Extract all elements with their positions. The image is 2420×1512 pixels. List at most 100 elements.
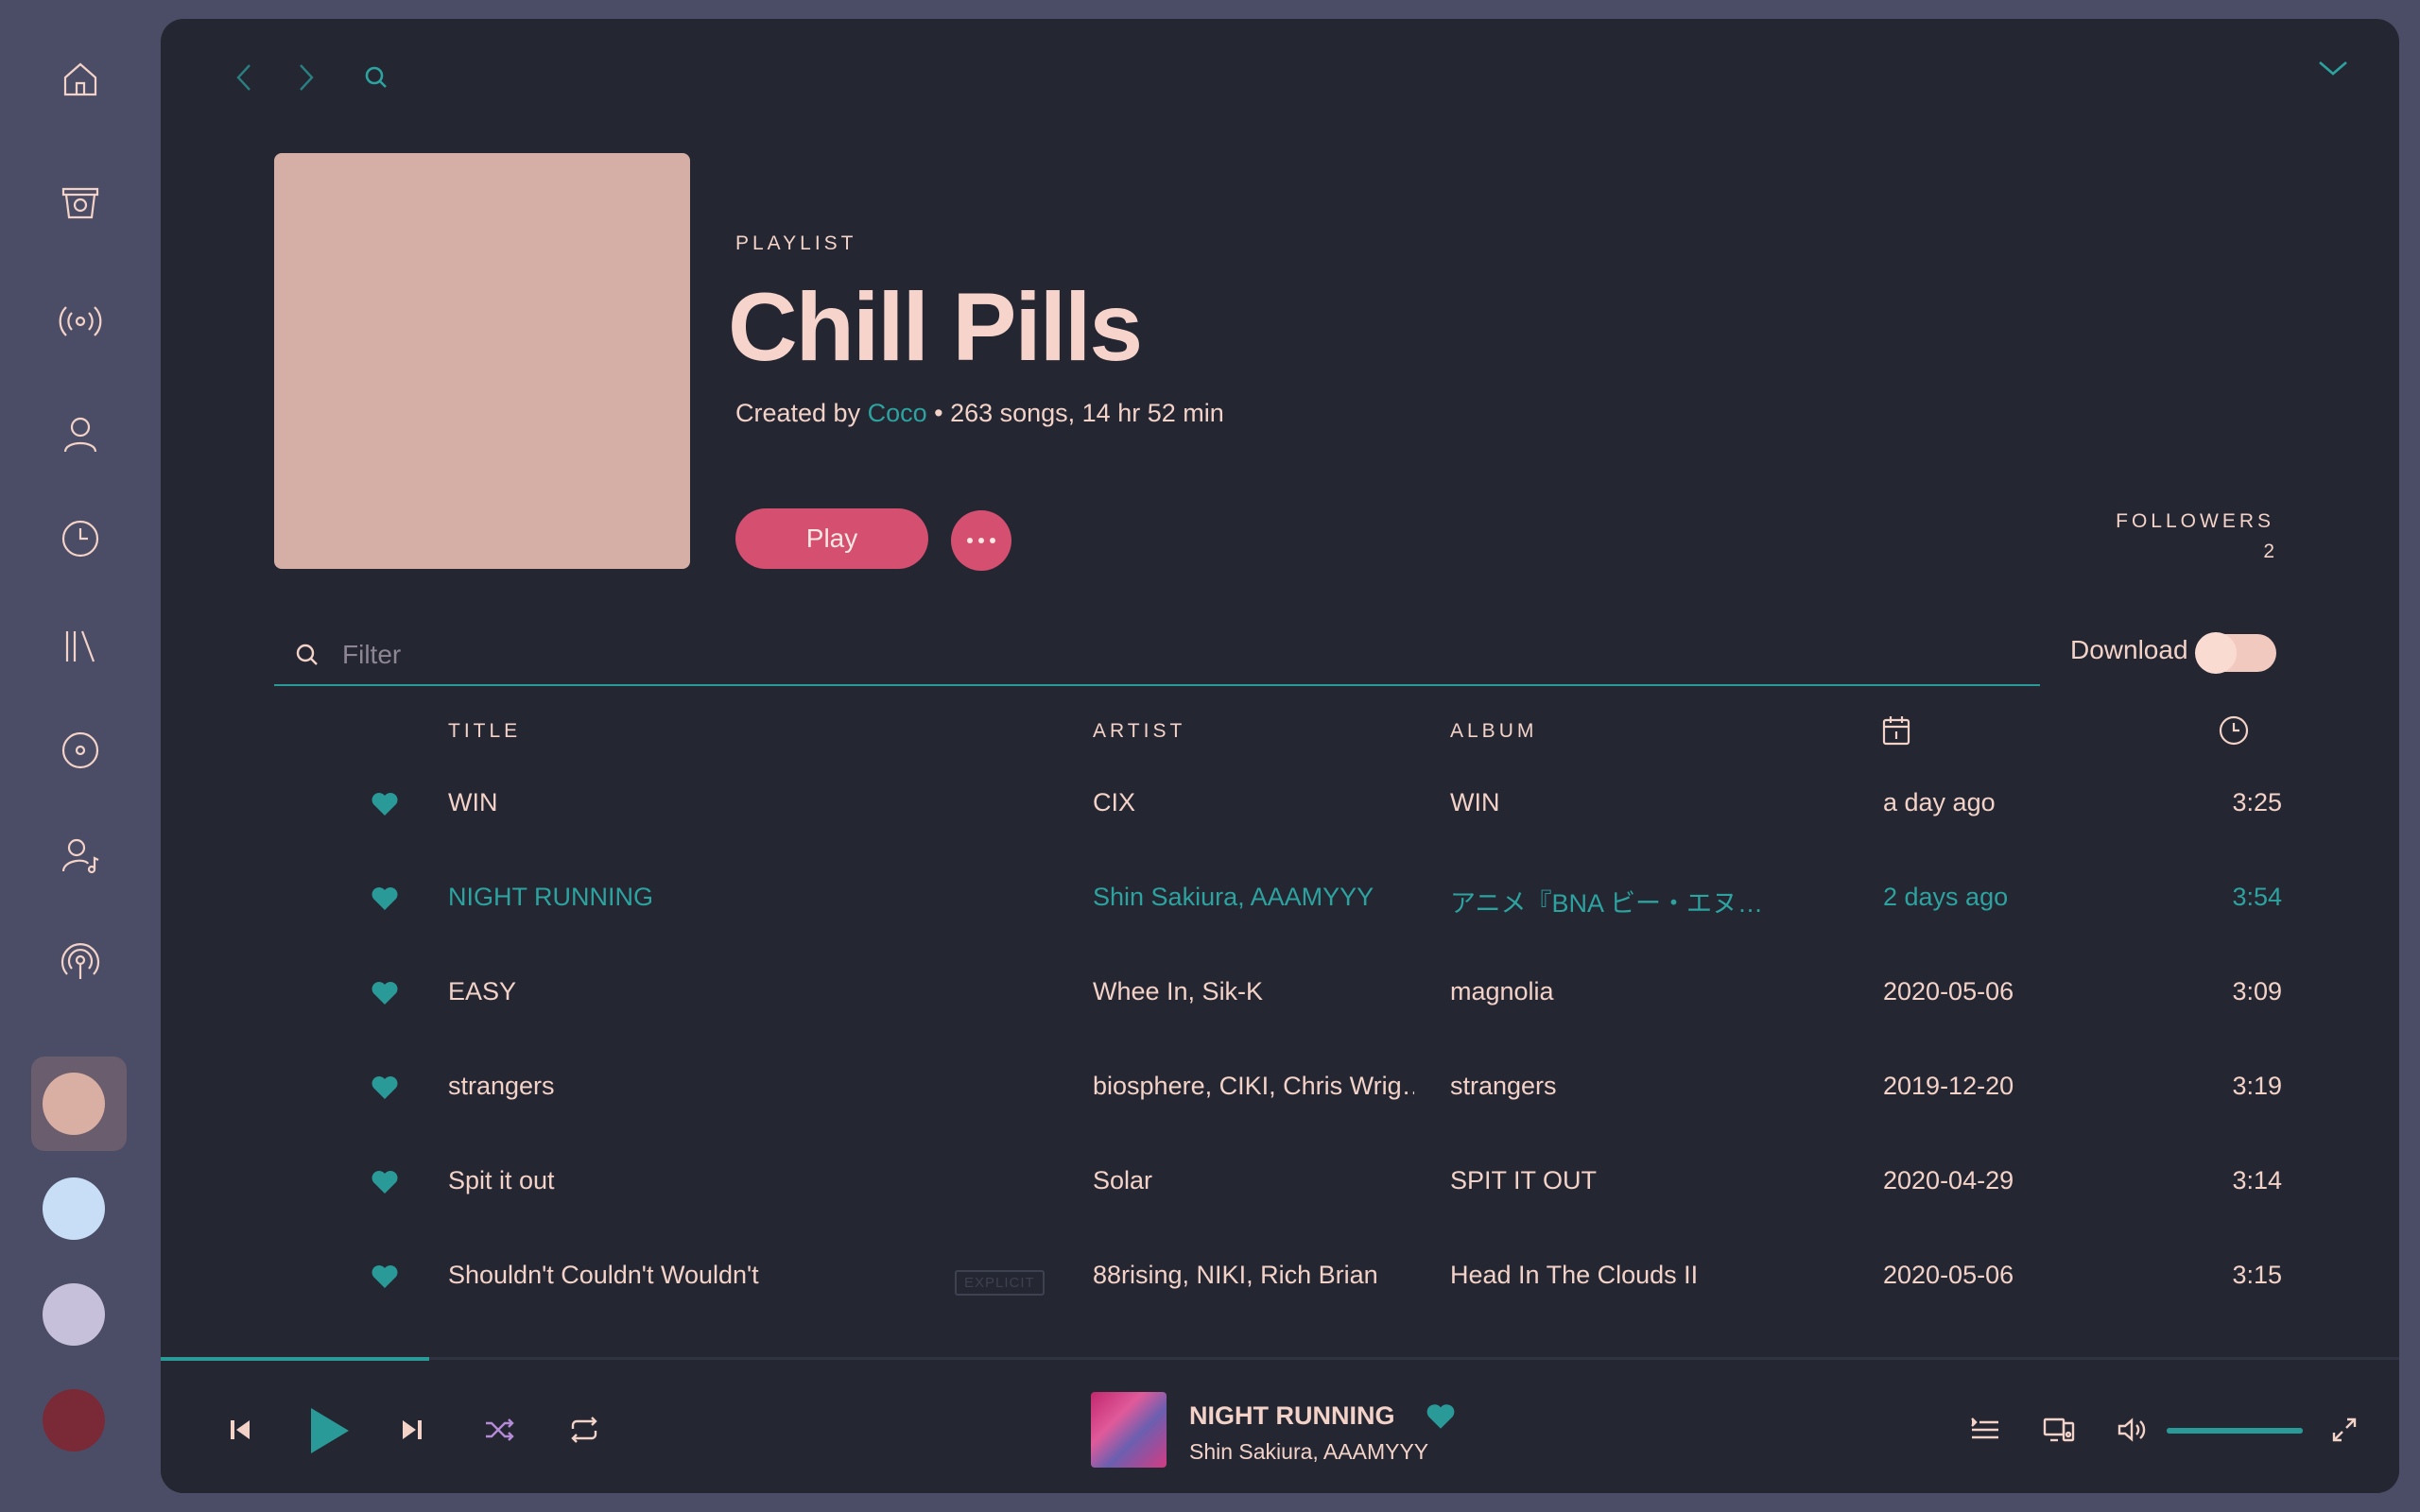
playlist-cover — [274, 153, 690, 569]
search-icon[interactable] — [355, 57, 397, 98]
track-duration: 3:14 — [2232, 1166, 2282, 1194]
heart-icon[interactable] — [371, 979, 399, 1007]
playlist-stats: • 263 songs, 14 hr 52 min — [926, 399, 1224, 427]
now-playing-title[interactable]: NIGHT RUNNING — [1189, 1401, 1395, 1431]
track-row[interactable]: Shouldn't Couldn't Wouldn't EXPLICIT 88r… — [161, 1230, 2399, 1325]
track-duration: 3:19 — [2232, 1072, 2282, 1100]
back-icon[interactable] — [223, 57, 265, 98]
track-title: strangers — [448, 1072, 555, 1100]
track-artist[interactable]: CIX — [1093, 788, 1414, 817]
track-row[interactable]: WIN CIX WIN a day ago 3:25 — [161, 758, 2399, 852]
now-playing-artwork[interactable] — [1091, 1392, 1167, 1468]
track-duration: 3:15 — [2232, 1261, 2282, 1289]
track-added: a day ago — [1883, 788, 1996, 816]
track-title: WIN — [448, 788, 498, 816]
play-button[interactable]: Play — [735, 508, 928, 569]
theme-swatch-peach[interactable] — [43, 1073, 105, 1135]
heart-icon[interactable] — [371, 790, 399, 818]
column-header-artist[interactable]: ARTIST — [1093, 720, 1185, 743]
track-row[interactable]: EASY Whee In, Sik-K magnolia 2020-05-06 … — [161, 947, 2399, 1041]
repeat-icon[interactable] — [562, 1407, 607, 1452]
explicit-badge: EXPLICIT — [955, 1270, 1045, 1296]
devices-icon[interactable] — [2038, 1409, 2080, 1451]
track-added: 2019-12-20 — [1883, 1072, 2014, 1100]
track-added: 2 days ago — [1883, 883, 2009, 911]
track-album[interactable]: Head In The Clouds II — [1450, 1261, 1790, 1290]
next-icon[interactable] — [389, 1407, 435, 1452]
track-row[interactable]: strangers biosphere, CIKI, Chris Wrig… s… — [161, 1041, 2399, 1136]
track-added: 2020-05-06 — [1883, 1261, 2014, 1289]
store-icon[interactable] — [54, 176, 107, 229]
playlist-title: Chill Pills — [728, 273, 1143, 381]
sidebar — [0, 0, 161, 1512]
track-artist[interactable]: Shin Sakiura, AAAMYYY — [1093, 883, 1414, 912]
track-title: EASY — [448, 977, 517, 1005]
duration-clock-icon[interactable] — [2218, 714, 2250, 752]
play-icon[interactable] — [299, 1401, 357, 1460]
track-album[interactable]: アニメ『BNA ビー・エヌ… — [1450, 883, 1790, 919]
shuffle-icon[interactable] — [476, 1407, 522, 1452]
theme-swatch-lavender[interactable] — [43, 1283, 105, 1346]
heart-icon[interactable] — [371, 1074, 399, 1102]
track-album[interactable]: magnolia — [1450, 977, 1790, 1006]
profile-icon[interactable] — [54, 408, 107, 461]
track-title: Spit it out — [448, 1166, 555, 1194]
track-row-playing[interactable]: NIGHT RUNNING Shin Sakiura, AAAMYYY アニメ『… — [161, 852, 2399, 947]
track-duration: 3:25 — [2232, 788, 2282, 816]
download-toggle[interactable] — [2195, 632, 2276, 674]
artists-icon[interactable] — [54, 830, 107, 883]
fullscreen-icon[interactable] — [2325, 1411, 2363, 1449]
volume-slider[interactable] — [2167, 1428, 2303, 1434]
main-panel: PLAYLIST Chill Pills Created by Coco • 2… — [161, 19, 2399, 1493]
track-duration: 3:54 — [2232, 883, 2282, 911]
filter-search-icon — [296, 644, 318, 665]
history-icon[interactable] — [54, 512, 107, 565]
playback-progress[interactable] — [161, 1357, 430, 1361]
album-icon[interactable] — [54, 724, 107, 777]
track-album[interactable]: strangers — [1450, 1072, 1790, 1101]
heart-icon[interactable] — [371, 885, 399, 913]
created-by-prefix: Created by — [735, 399, 868, 427]
queue-icon[interactable] — [1964, 1409, 2006, 1451]
track-duration: 3:09 — [2232, 977, 2282, 1005]
followers-count: 2 — [2263, 541, 2274, 562]
track-album[interactable]: SPIT IT OUT — [1450, 1166, 1790, 1195]
creator-link[interactable]: Coco — [868, 399, 927, 427]
filter-input[interactable] — [340, 635, 1951, 675]
previous-icon[interactable] — [217, 1407, 263, 1452]
track-row[interactable]: Spit it out Solar SPIT IT OUT 2020-04-29… — [161, 1136, 2399, 1230]
now-playing-heart-icon[interactable] — [1426, 1401, 1456, 1432]
radio-icon[interactable] — [54, 295, 107, 348]
track-added: 2020-05-06 — [1883, 977, 2014, 1005]
podcast-icon[interactable] — [54, 936, 107, 988]
more-icon — [967, 538, 995, 543]
chevron-down-icon[interactable] — [2312, 47, 2354, 89]
track-artist[interactable]: Solar — [1093, 1166, 1414, 1195]
playlist-meta: Created by Coco • 263 songs, 14 hr 52 mi… — [735, 399, 1224, 428]
player-bar: NIGHT RUNNING Shin Sakiura, AAAMYYY — [161, 1357, 2399, 1493]
track-album[interactable]: WIN — [1450, 788, 1790, 817]
theme-swatch-blue[interactable] — [43, 1177, 105, 1240]
track-added: 2020-04-29 — [1883, 1166, 2014, 1194]
followers-label: FOLLOWERS — [2116, 510, 2274, 532]
track-artist[interactable]: 88rising, NIKI, Rich Brian — [1093, 1261, 1414, 1290]
heart-icon[interactable] — [371, 1263, 399, 1291]
playlist-kicker: PLAYLIST — [735, 232, 857, 254]
track-artist[interactable]: biosphere, CIKI, Chris Wrig… — [1093, 1072, 1414, 1101]
track-artist[interactable]: Whee In, Sik-K — [1093, 977, 1414, 1006]
calendar-icon[interactable] — [1881, 714, 1911, 752]
more-options-button[interactable] — [951, 510, 1011, 571]
filter-bar — [274, 626, 2040, 686]
theme-swatch-red[interactable] — [43, 1389, 105, 1452]
volume-icon[interactable] — [2112, 1409, 2153, 1451]
followers: FOLLOWERS 2 — [2116, 510, 2274, 563]
download-label: Download — [2070, 635, 2188, 664]
column-header-title[interactable]: TITLE — [448, 720, 521, 743]
forward-icon[interactable] — [285, 57, 327, 98]
now-playing-artist[interactable]: Shin Sakiura, AAAMYYY — [1189, 1439, 1428, 1465]
download-toggle-knob — [2195, 632, 2237, 674]
home-icon[interactable] — [54, 53, 107, 106]
column-header-album[interactable]: ALBUM — [1450, 720, 1537, 743]
heart-icon[interactable] — [371, 1168, 399, 1196]
library-icon[interactable] — [54, 620, 107, 673]
